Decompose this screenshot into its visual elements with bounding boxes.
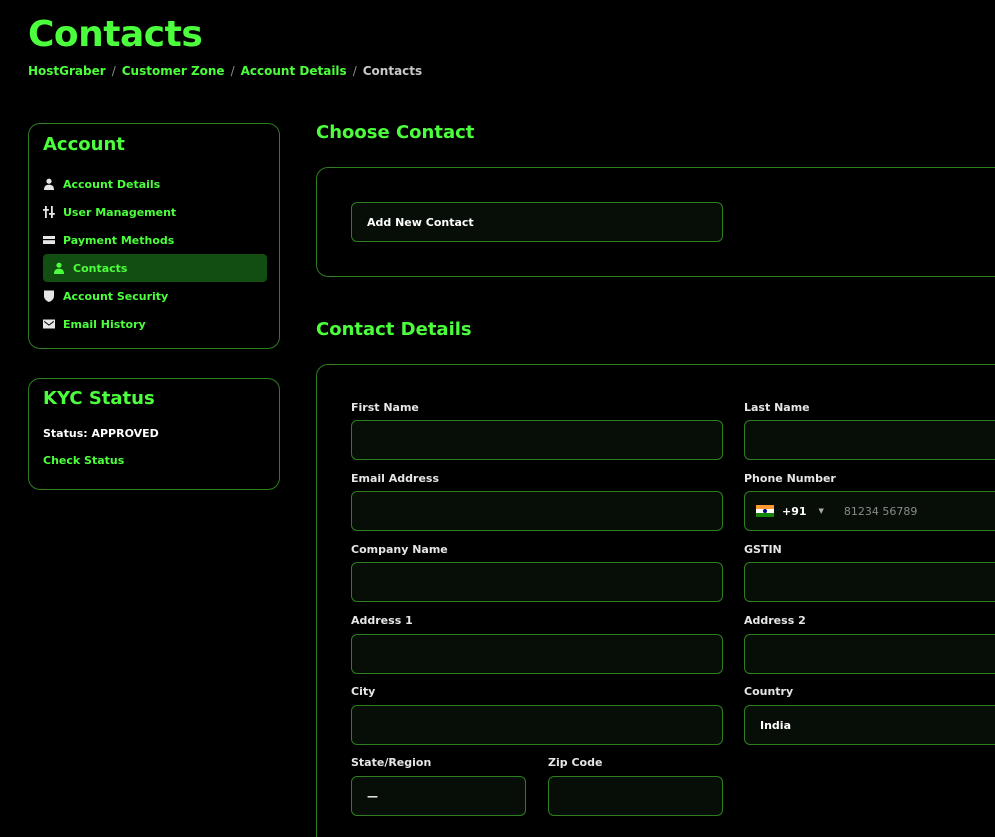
user-icon — [43, 178, 55, 190]
phone-field: +91 ▼ — [744, 491, 995, 531]
address2-label: Address 2 — [744, 614, 806, 627]
caret-down-icon[interactable]: ▼ — [819, 507, 824, 515]
breadcrumb-hostgraber[interactable]: HostGraber — [28, 64, 106, 78]
sidebar-item-label: Email History — [63, 317, 146, 331]
breadcrumb-current: Contacts — [362, 64, 423, 78]
sidebar-item-label: Account Details — [63, 177, 161, 191]
sidebar-item-account-security[interactable]: Account Security — [43, 282, 267, 310]
contacts-page: Contacts HostGraber / Customer Zone / Ac… — [0, 0, 995, 837]
breadcrumb: HostGraber / Customer Zone / Account Det… — [28, 64, 422, 78]
sidebar-item-contacts[interactable]: Contacts — [43, 254, 267, 282]
company-label: Company Name — [351, 543, 448, 556]
country-label: Country — [744, 685, 794, 698]
state-label: State/Region — [351, 756, 432, 769]
zip-label: Zip Code — [548, 756, 603, 769]
sliders-icon — [43, 206, 55, 218]
credit-card-icon — [43, 234, 55, 246]
sidebar-item-email-history[interactable]: Email History — [43, 310, 267, 338]
account-menu-card: Account Account Details User Management … — [28, 123, 280, 349]
last-name-input[interactable] — [744, 420, 995, 460]
company-input[interactable] — [351, 562, 723, 602]
dial-code[interactable]: +91 — [782, 505, 807, 518]
contact-select[interactable]: Add New Contact — [351, 202, 723, 242]
kyc-status-text: Status: APPROVED — [43, 427, 159, 440]
account-nav: Account Details User Management Payment … — [43, 170, 267, 338]
sidebar-item-label: Account Security — [63, 289, 169, 303]
choose-contact-heading: Choose Contact — [316, 122, 475, 143]
breadcrumb-separator: / — [230, 64, 235, 78]
sidebar-item-payment-methods[interactable]: Payment Methods — [43, 226, 267, 254]
phone-label: Phone Number — [744, 472, 836, 485]
sidebar-item-account-details[interactable]: Account Details — [43, 170, 267, 198]
sidebar-item-label: User Management — [63, 205, 177, 219]
contact-details-heading: Contact Details — [316, 319, 472, 340]
account-menu-title: Account — [43, 134, 125, 155]
kyc-status-card: KYC Status Status: APPROVED Check Status — [28, 378, 280, 490]
country-select[interactable]: India — [744, 705, 995, 745]
kyc-title: KYC Status — [43, 388, 155, 409]
sidebar-item-user-management[interactable]: User Management — [43, 198, 267, 226]
india-flag-icon[interactable] — [756, 505, 774, 517]
choose-contact-card: Add New Contact — [316, 167, 995, 277]
address2-input[interactable] — [744, 634, 995, 674]
sidebar-item-label: Contacts — [73, 261, 128, 275]
email-input[interactable] — [351, 491, 723, 531]
breadcrumb-account-details[interactable]: Account Details — [241, 64, 347, 78]
first-name-label: First Name — [351, 401, 419, 414]
email-label: Email Address — [351, 472, 440, 485]
zip-input[interactable] — [548, 776, 723, 816]
breadcrumb-separator: / — [352, 64, 357, 78]
gstin-input[interactable] — [744, 562, 995, 602]
contact-details-card: First Name Last Name Email Address Phone… — [316, 364, 995, 837]
breadcrumb-customer-zone[interactable]: Customer Zone — [122, 64, 225, 78]
breadcrumb-separator: / — [111, 64, 116, 78]
user-icon — [53, 262, 65, 274]
city-label: City — [351, 685, 376, 698]
last-name-label: Last Name — [744, 401, 810, 414]
page-title: Contacts — [28, 14, 203, 55]
address1-label: Address 1 — [351, 614, 413, 627]
envelope-icon — [43, 318, 55, 330]
check-status-link[interactable]: Check Status — [43, 454, 124, 467]
gstin-label: GSTIN — [744, 543, 782, 556]
phone-input[interactable] — [841, 503, 986, 519]
sidebar-item-label: Payment Methods — [63, 233, 175, 247]
first-name-input[interactable] — [351, 420, 723, 460]
state-select[interactable]: — — [351, 776, 526, 816]
address1-input[interactable] — [351, 634, 723, 674]
shield-icon — [43, 290, 55, 302]
city-input[interactable] — [351, 705, 723, 745]
